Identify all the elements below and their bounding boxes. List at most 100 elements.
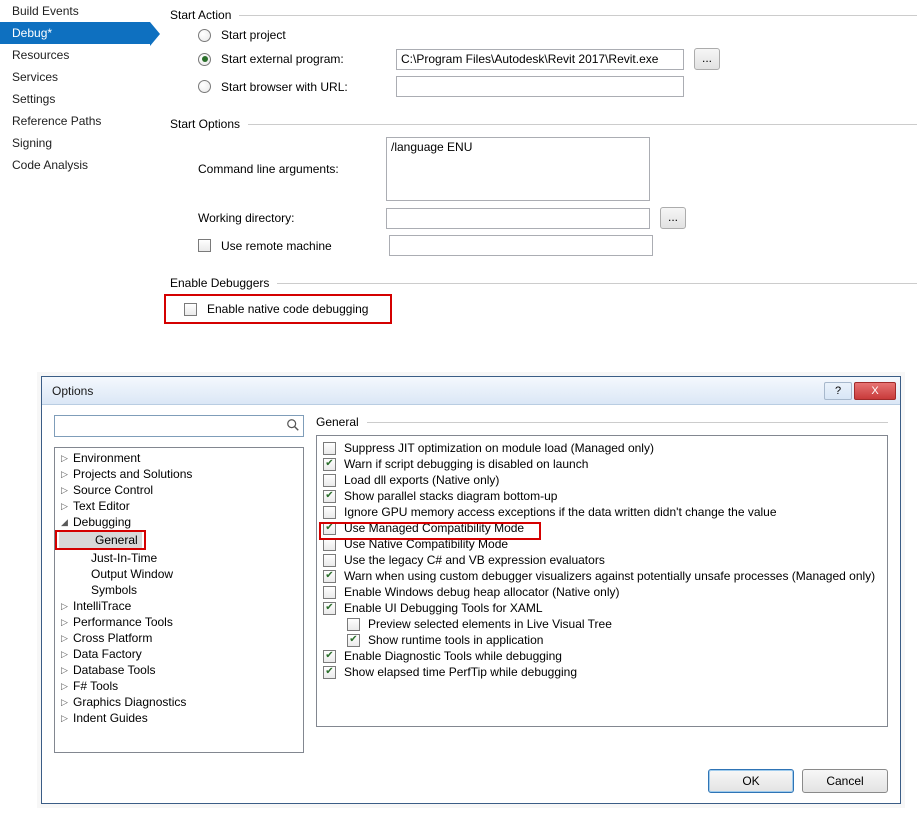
start-browser-radio[interactable] [198, 80, 211, 93]
option-checkbox[interactable] [323, 522, 336, 535]
start-external-label: Start external program: [221, 52, 386, 66]
triangle-right-icon: ▷ [61, 665, 71, 676]
nav-signing[interactable]: Signing [0, 132, 150, 154]
tree-item-label: Performance Tools [73, 615, 173, 629]
option-label: Warn if script debugging is disabled on … [344, 457, 588, 471]
option-row: Use Native Compatibility Mode [319, 536, 885, 552]
option-label: Show parallel stacks diagram bottom-up [344, 489, 557, 503]
project-properties-nav: Build Events Debug* Resources Services S… [0, 0, 150, 176]
option-label: Enable UI Debugging Tools for XAML [344, 601, 543, 615]
option-checkbox[interactable] [323, 570, 336, 583]
option-label: Use Managed Compatibility Mode [344, 521, 524, 535]
option-row: Load dll exports (Native only) [319, 472, 885, 488]
native-debug-label: Enable native code debugging [207, 302, 368, 316]
nav-services[interactable]: Services [0, 66, 150, 88]
tree-item-label: Symbols [91, 583, 137, 597]
ok-button[interactable]: OK [708, 769, 794, 793]
option-checkbox[interactable] [323, 554, 336, 567]
option-row: Warn when using custom debugger visualiz… [319, 568, 885, 584]
start-project-label: Start project [221, 28, 286, 42]
tree-item-label: Data Factory [73, 647, 142, 661]
remote-machine-checkbox[interactable] [198, 239, 211, 252]
triangle-right-icon: ▷ [61, 469, 71, 480]
tree-item-output-window[interactable]: Output Window [55, 566, 303, 582]
general-options-list[interactable]: Suppress JIT optimization on module load… [317, 436, 887, 726]
nav-resources[interactable]: Resources [0, 44, 150, 66]
option-checkbox[interactable] [323, 490, 336, 503]
tree-item-symbols[interactable]: Symbols [55, 582, 303, 598]
option-checkbox[interactable] [323, 666, 336, 679]
tree-item-label: IntelliTrace [73, 599, 131, 613]
option-checkbox[interactable] [323, 586, 336, 599]
remote-machine-input[interactable] [389, 235, 653, 256]
option-checkbox[interactable] [323, 538, 336, 551]
triangle-right-icon: ▷ [61, 649, 71, 660]
start-options-group: Start Options Command line arguments: /l… [170, 117, 917, 262]
options-search-input[interactable] [54, 415, 304, 437]
browser-url-input[interactable] [396, 76, 684, 97]
tree-item-label: Graphics Diagnostics [73, 695, 186, 709]
options-right-pane: General Suppress JIT optimization on mod… [316, 415, 888, 753]
native-debug-checkbox[interactable] [184, 303, 197, 316]
nav-reference-paths[interactable]: Reference Paths [0, 110, 150, 132]
option-checkbox[interactable] [323, 506, 336, 519]
option-checkbox[interactable] [323, 602, 336, 615]
tree-item-projects-and-solutions[interactable]: ▷Projects and Solutions [55, 466, 303, 482]
general-legend: General [316, 415, 367, 429]
tree-item-text-editor[interactable]: ▷Text Editor [55, 498, 303, 514]
tree-item-label: Indent Guides [73, 711, 148, 725]
tree-item-graphics-diagnostics[interactable]: ▷Graphics Diagnostics [55, 694, 303, 710]
dialog-titlebar[interactable]: Options ? X [42, 377, 900, 405]
tree-item-f-tools[interactable]: ▷F# Tools [55, 678, 303, 694]
option-label: Ignore GPU memory access exceptions if t… [344, 505, 777, 519]
options-tree-pane: ▷Environment▷Projects and Solutions▷Sour… [54, 447, 304, 753]
options-tree-scroll[interactable]: ▷Environment▷Projects and Solutions▷Sour… [55, 448, 303, 752]
tree-item-label: Environment [73, 451, 140, 465]
dialog-close-button[interactable]: X [854, 382, 896, 400]
cmd-args-input[interactable]: /language ENU [386, 137, 650, 201]
option-label: Use the legacy C# and VB expression eval… [344, 553, 605, 567]
option-checkbox[interactable] [347, 634, 360, 647]
option-row: Use the legacy C# and VB expression eval… [319, 552, 885, 568]
dialog-help-button[interactable]: ? [824, 382, 852, 400]
option-label: Use Native Compatibility Mode [344, 537, 508, 551]
option-checkbox[interactable] [323, 442, 336, 455]
tree-item-intellitrace[interactable]: ▷IntelliTrace [55, 598, 303, 614]
workdir-browse[interactable]: ... [660, 207, 686, 229]
option-row: Enable Diagnostic Tools while debugging [319, 648, 885, 664]
tree-item-just-in-time[interactable]: Just-In-Time [55, 550, 303, 566]
general-group: General [316, 415, 888, 429]
tree-item-database-tools[interactable]: ▷Database Tools [55, 662, 303, 678]
external-program-browse[interactable]: ... [694, 48, 720, 70]
options-search [54, 415, 304, 437]
external-program-path[interactable] [396, 49, 684, 70]
tree-item-cross-platform[interactable]: ▷Cross Platform [55, 630, 303, 646]
start-browser-label: Start browser with URL: [221, 80, 386, 94]
tree-item-label: Source Control [73, 483, 153, 497]
option-checkbox[interactable] [323, 474, 336, 487]
start-external-radio[interactable] [198, 53, 211, 66]
tree-item-environment[interactable]: ▷Environment [55, 450, 303, 466]
workdir-label: Working directory: [198, 211, 376, 225]
option-row: Preview selected elements in Live Visual… [319, 616, 885, 632]
tree-item-data-factory[interactable]: ▷Data Factory [55, 646, 303, 662]
cmd-args-label: Command line arguments: [198, 162, 376, 176]
nav-code-analysis[interactable]: Code Analysis [0, 154, 150, 176]
nav-debug[interactable]: Debug* [0, 22, 150, 44]
option-row: Show parallel stacks diagram bottom-up [319, 488, 885, 504]
nav-settings[interactable]: Settings [0, 88, 150, 110]
nav-build-events[interactable]: Build Events [0, 0, 150, 22]
tree-item-source-control[interactable]: ▷Source Control [55, 482, 303, 498]
remote-machine-label: Use remote machine [221, 239, 379, 253]
option-checkbox[interactable] [323, 458, 336, 471]
workdir-input[interactable] [386, 208, 650, 229]
tree-item-indent-guides[interactable]: ▷Indent Guides [55, 710, 303, 726]
tree-item-debugging[interactable]: ◢Debugging [55, 514, 303, 530]
option-checkbox[interactable] [347, 618, 360, 631]
tree-item-performance-tools[interactable]: ▷Performance Tools [55, 614, 303, 630]
start-project-radio[interactable] [198, 29, 211, 42]
cancel-button[interactable]: Cancel [802, 769, 888, 793]
option-checkbox[interactable] [323, 650, 336, 663]
tree-item-general[interactable]: General [59, 532, 142, 548]
dialog-title: Options [52, 384, 822, 398]
